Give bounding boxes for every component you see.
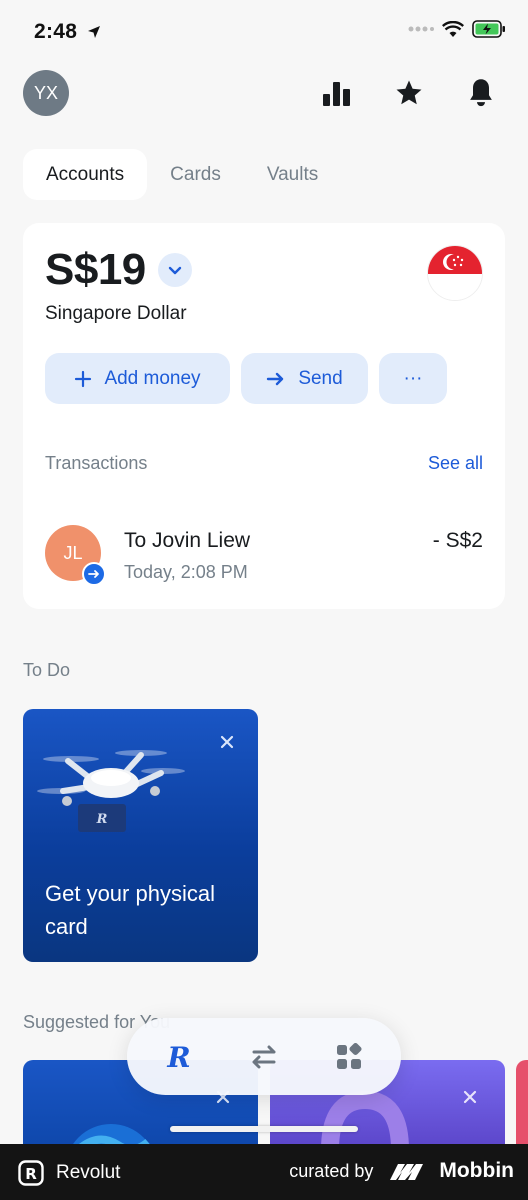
- singapore-flag-icon[interactable]: [427, 245, 483, 301]
- arrow-right-icon: [267, 372, 284, 385]
- see-all-link[interactable]: See all: [428, 453, 483, 474]
- analytics-chart-icon[interactable]: [320, 76, 354, 110]
- outgoing-transfer-icon: [82, 562, 106, 586]
- status-bar: 2:48: [0, 0, 528, 64]
- revolut-logo-icon: R: [18, 1160, 44, 1186]
- plus-icon: [75, 370, 92, 387]
- footer-mobbin-name: Mobbin: [439, 1159, 514, 1182]
- send-label: Send: [298, 367, 343, 389]
- home-revolut-icon[interactable]: R: [162, 1040, 196, 1074]
- tab-accounts[interactable]: Accounts: [23, 149, 148, 200]
- footer-curated-by: curated by: [289, 1160, 374, 1181]
- account-tabs: Accounts Cards Vaults: [23, 149, 341, 200]
- send-button[interactable]: Send: [241, 353, 368, 404]
- drone-card-illustration: R: [37, 750, 185, 832]
- notification-bell-icon[interactable]: [464, 76, 498, 110]
- bottom-nav: R: [127, 1018, 401, 1095]
- account-actions: Add money Send ···: [45, 353, 447, 404]
- add-money-label: Add money: [104, 367, 201, 389]
- transaction-amount: - S$2: [432, 529, 483, 552]
- transaction-row[interactable]: JL To Jovin Liew Today, 2:08 PM - S$2: [45, 525, 483, 586]
- add-money-button[interactable]: Add money: [45, 353, 230, 404]
- currency-name: Singapore Dollar: [45, 303, 187, 324]
- more-button[interactable]: ···: [379, 353, 447, 404]
- battery-charging-icon: [472, 20, 505, 38]
- transfer-arrows-icon[interactable]: [247, 1040, 281, 1074]
- footer-brand-name: Revolut: [56, 1162, 121, 1183]
- suggested-card[interactable]: [516, 1060, 528, 1150]
- close-icon[interactable]: [220, 735, 234, 754]
- transactions-title: Transactions: [45, 453, 148, 473]
- avatar[interactable]: YX: [23, 70, 69, 116]
- transactions-header: Transactions See all: [45, 453, 483, 474]
- signal-dots-icon: [408, 26, 434, 32]
- mobbin-logo-icon: [390, 1164, 424, 1180]
- wifi-icon: [442, 20, 464, 37]
- status-time: 2:48: [34, 20, 78, 43]
- star-icon[interactable]: [392, 76, 426, 110]
- physical-card-promo[interactable]: R Get your physical card: [23, 709, 258, 962]
- account-card: S$19 Singapore Dollar Add money Send ···…: [23, 223, 505, 609]
- transaction-date: Today, 2:08 PM: [124, 562, 248, 582]
- tab-cards[interactable]: Cards: [147, 149, 244, 200]
- balance-amount: S$19: [45, 245, 146, 294]
- footer: R Revolut curated by Mobbin: [0, 1144, 528, 1200]
- top-bar: YX: [23, 70, 498, 118]
- svg-text:R: R: [166, 1042, 190, 1072]
- home-indicator: [170, 1126, 358, 1132]
- transaction-name: To Jovin Liew: [124, 529, 251, 552]
- tab-vaults[interactable]: Vaults: [244, 149, 341, 200]
- promo-text: Get your physical card: [45, 881, 215, 939]
- location-arrow-icon: [88, 26, 101, 38]
- svg-text:R: R: [25, 1165, 37, 1183]
- svg-text:R: R: [96, 812, 108, 827]
- todo-section-title: To Do: [23, 660, 71, 680]
- hub-grid-icon[interactable]: [332, 1040, 366, 1074]
- chevron-down-icon[interactable]: [157, 253, 192, 287]
- close-icon[interactable]: [463, 1090, 477, 1109]
- more-icon: ···: [403, 367, 423, 389]
